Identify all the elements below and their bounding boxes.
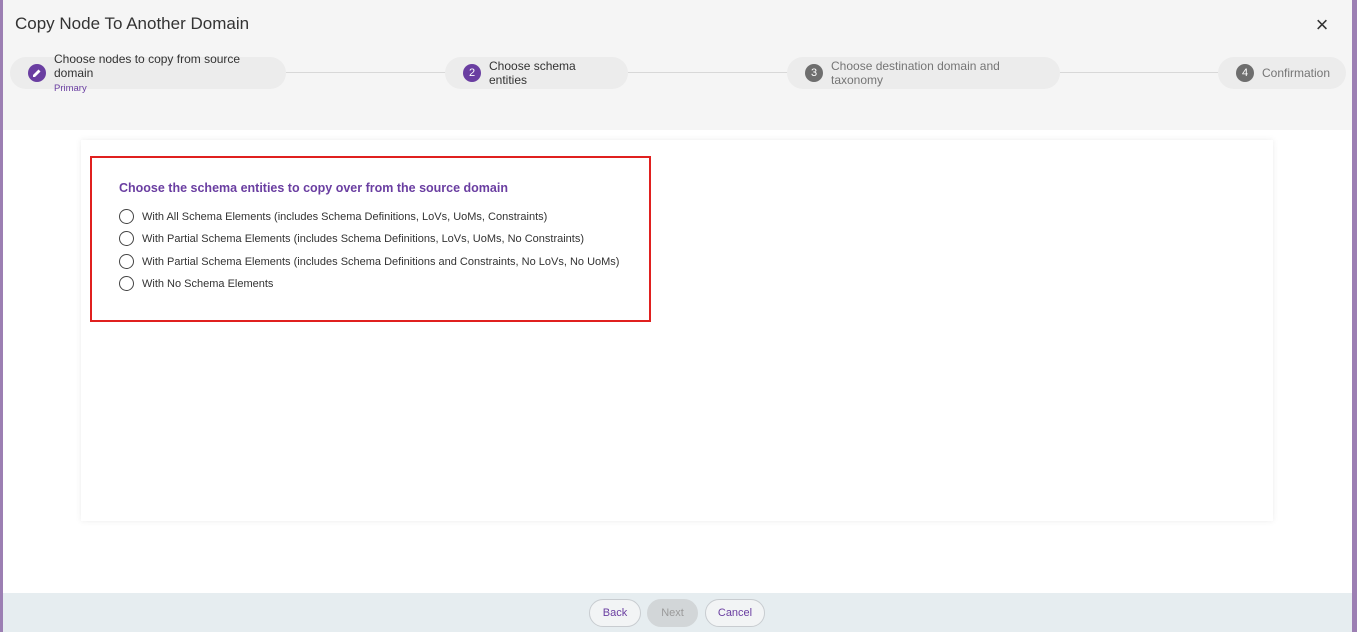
radio-label: With Partial Schema Elements (includes S… [142,255,620,268]
back-button[interactable]: Back [589,599,641,627]
radio-label: With All Schema Elements (includes Schem… [142,210,548,223]
step-confirmation[interactable]: 4 Confirmation [1218,57,1346,89]
radio-button[interactable] [119,276,134,291]
radio-label: With No Schema Elements [142,277,274,290]
step-label: Choose nodes to copy from source domain [54,51,241,81]
step-text: Choose nodes to copy from source domain … [54,52,272,94]
step-text: Confirmation [1262,66,1330,80]
step-sublabel: Primary [54,82,87,94]
radio-partial-no-constraints[interactable]: With Partial Schema Elements (includes S… [119,231,584,246]
next-button[interactable]: Next [647,599,698,627]
step-label: Choose destination domain and taxonomy [831,58,1000,87]
step-number: 3 [805,64,823,82]
step-connector [628,72,788,73]
step-connector [1060,72,1218,73]
dialog-header: Copy Node To Another Domain × [3,0,1352,50]
radio-partial-with-constraints[interactable]: With Partial Schema Elements (includes S… [119,254,619,269]
pencil-icon [28,64,46,82]
schema-section-title: Choose the schema entities to copy over … [119,181,508,195]
step-text: Choose schema entities [489,59,614,88]
step-number: 2 [463,64,481,82]
radio-button[interactable] [119,254,134,269]
dialog-title: Copy Node To Another Domain [15,14,250,33]
close-icon[interactable]: × [1310,13,1334,37]
step-choose-schema[interactable]: 2 Choose schema entities [445,57,628,89]
step-choose-destination[interactable]: 3 Choose destination domain and taxonomy [787,57,1060,89]
radio-button[interactable] [119,209,134,224]
radio-label: With Partial Schema Elements (includes S… [142,232,585,245]
cancel-button[interactable]: Cancel [705,599,765,627]
step-choose-nodes[interactable]: Choose nodes to copy from source domain … [10,52,286,94]
radio-no-schema[interactable]: With No Schema Elements [119,276,273,291]
radio-button[interactable] [119,231,134,246]
step-connector [286,72,446,73]
step-label: Confirmation [1262,65,1331,80]
step-text: Choose destination domain and taxonomy [831,59,1046,88]
copy-node-dialog: Copy Node To Another Domain × Choose nod… [3,0,1352,632]
radio-all-schema[interactable]: With All Schema Elements (includes Schem… [119,209,547,224]
step-label: Choose schema entities [489,58,576,87]
step-number: 4 [1236,64,1254,82]
